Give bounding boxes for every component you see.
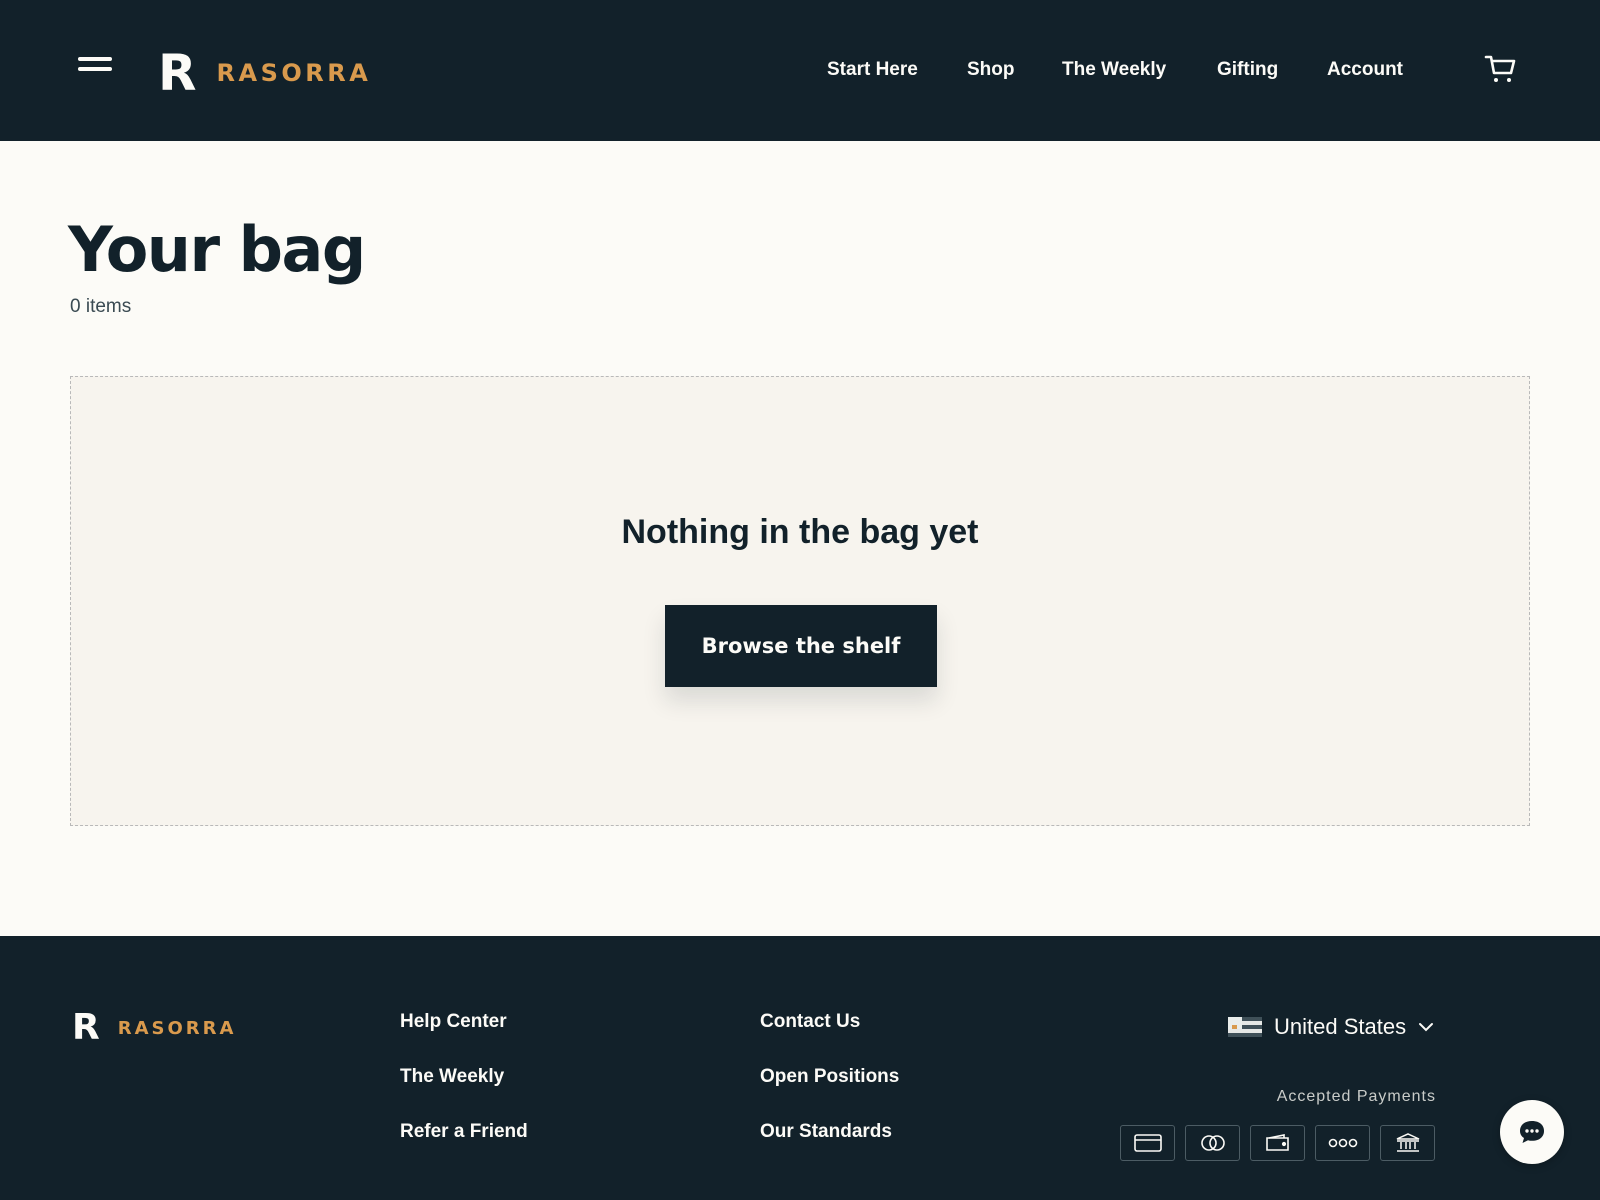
footer-link-our-standards[interactable]: Our Standards: [760, 1119, 892, 1145]
country-name: United States: [1274, 1014, 1407, 1039]
empty-bag-panel: Nothing in the bag yet Browse the shelf: [70, 376, 1530, 826]
wallet-icon: [1250, 1125, 1305, 1161]
footer-link-refer-a-friend[interactable]: Refer a Friend: [400, 1119, 528, 1145]
empty-state-heading: Nothing in the bag yet: [621, 513, 979, 551]
item-count: 0 items: [70, 296, 132, 317]
page-title: Your bag: [68, 213, 366, 286]
footer-link-help-center[interactable]: Help Center: [400, 1009, 507, 1035]
footer-logo-wordmark: RASORRA: [117, 1017, 237, 1039]
footer-link-the-weekly[interactable]: The Weekly: [400, 1064, 504, 1090]
nav-account[interactable]: Account: [1327, 57, 1403, 83]
chevron-down-icon: [1419, 1023, 1434, 1032]
chat-bubble-icon: [1520, 1121, 1544, 1143]
main-nav: Start Here Shop The Weekly Gifting Accou…: [0, 57, 1600, 87]
cart-icon[interactable]: [1484, 52, 1518, 86]
linked-circles-icon: [1185, 1125, 1240, 1161]
country-selector[interactable]: United States: [1228, 1014, 1434, 1040]
chat-button[interactable]: [1500, 1100, 1564, 1164]
three-dots-icon: [1315, 1125, 1370, 1161]
flag-icon: [1228, 1017, 1262, 1037]
browse-shelf-button[interactable]: Browse the shelf: [665, 605, 937, 687]
credit-card-icon: [1120, 1125, 1175, 1161]
accepted-payments-label: Accepted Payments: [1276, 1088, 1436, 1105]
footer-logo-mark: R: [72, 1007, 100, 1048]
footer-link-contact-us[interactable]: Contact Us: [760, 1009, 860, 1035]
nav-shop[interactable]: Shop: [967, 57, 1015, 83]
nav-start-here[interactable]: Start Here: [827, 57, 918, 83]
nav-the-weekly[interactable]: The Weekly: [1062, 57, 1166, 83]
nav-gifting[interactable]: Gifting: [1217, 57, 1278, 83]
site-footer: R RASORRA Help Center The Weekly Refer a…: [0, 936, 1600, 1200]
footer-logo[interactable]: R RASORRA: [72, 1010, 236, 1046]
bank-icon: [1380, 1125, 1435, 1161]
site-header: R RASORRA Start Here Shop The Weekly Gif…: [0, 0, 1600, 141]
footer-link-open-positions[interactable]: Open Positions: [760, 1064, 899, 1090]
